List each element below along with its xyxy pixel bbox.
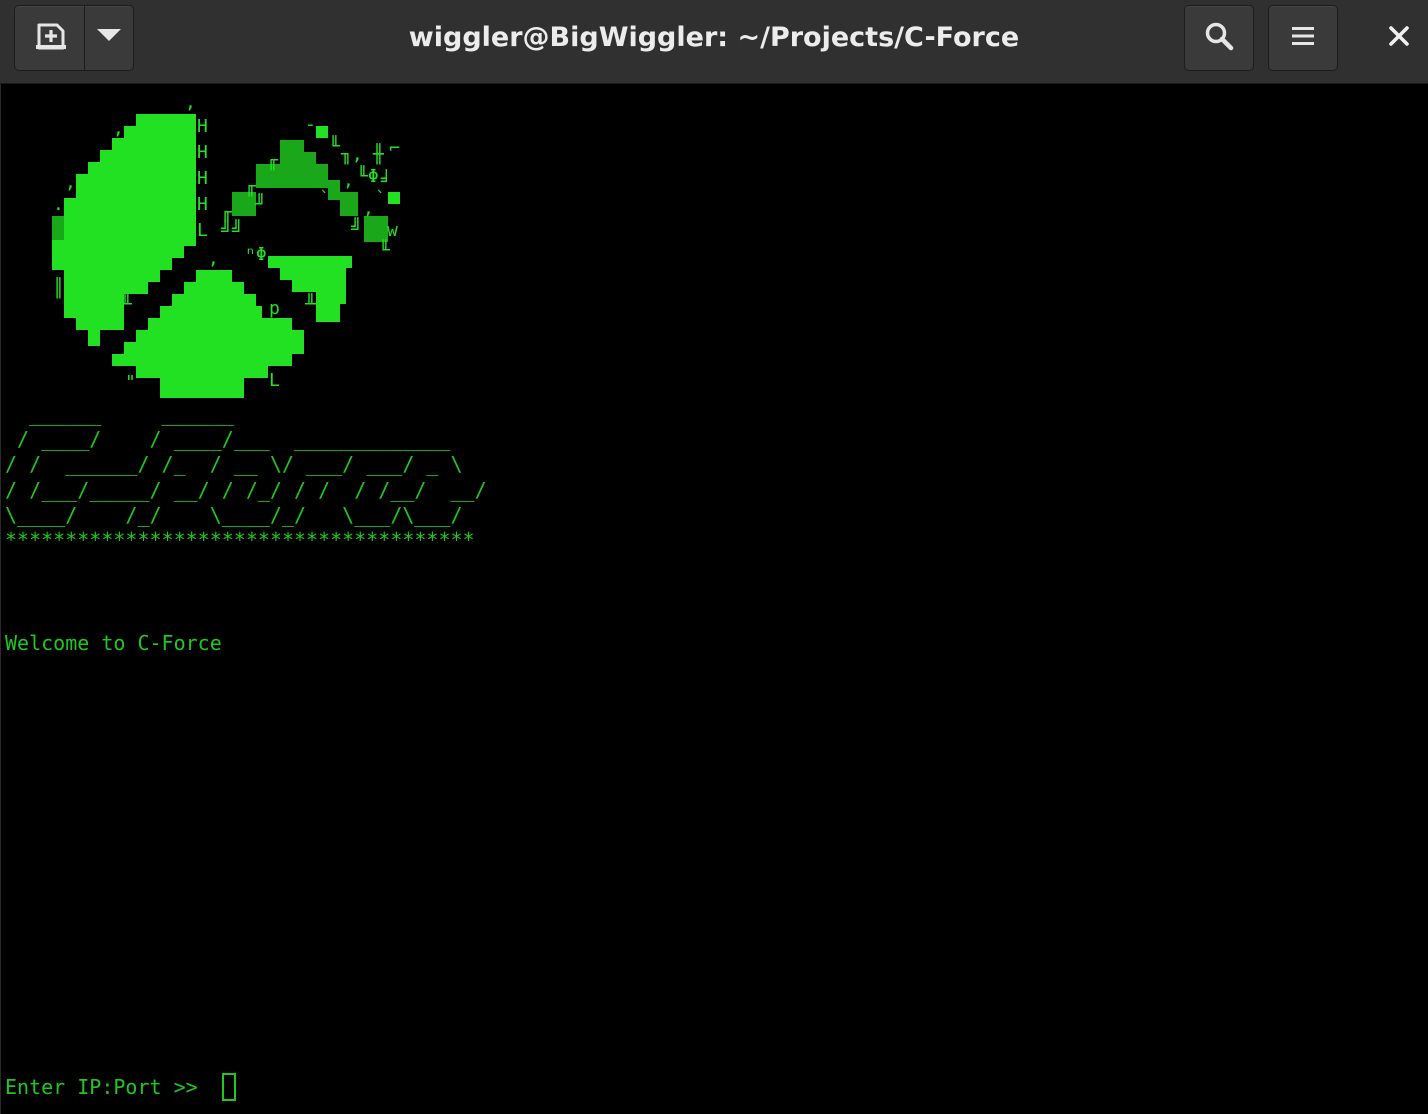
terminal-cursor-input[interactable] bbox=[221, 1073, 236, 1101]
svg-text:.: . bbox=[53, 194, 64, 215]
svg-text:╝: ╝ bbox=[351, 217, 362, 239]
terminal-view[interactable]: , , H H H H L , . - ╙ ╖, ╫ ⌐ ╓ , ╙Φ ╛ ╓ … bbox=[0, 84, 1428, 1114]
svg-text:╙: ╙ bbox=[329, 135, 341, 157]
svg-text:╙Φ: ╙Φ bbox=[357, 165, 379, 187]
banner-line: / /___/_____/ __/ / /_/ / / / /__/ __/ bbox=[5, 477, 487, 502]
svg-text:,: , bbox=[363, 198, 374, 219]
svg-text:H: H bbox=[197, 116, 208, 137]
svg-text:`: ` bbox=[269, 262, 280, 283]
svg-text:L: L bbox=[269, 370, 280, 391]
close-icon bbox=[1388, 25, 1410, 52]
svg-text:╙: ╙ bbox=[379, 239, 391, 261]
search-button[interactable] bbox=[1184, 5, 1254, 71]
banner-line: / / ______/ /_ / __ \/ ___/ ___/ _ \ bbox=[5, 452, 463, 477]
svg-text:-: - bbox=[305, 114, 316, 135]
svg-text:╨: ╨ bbox=[304, 293, 317, 315]
prompt-label: Enter IP:Port >> bbox=[5, 1075, 210, 1099]
svg-text:`: ` bbox=[375, 188, 386, 209]
svg-text:╝╝: ╝╝ bbox=[221, 219, 243, 241]
banner-line: ______ ______ bbox=[5, 402, 234, 426]
banner-separator: *************************************** bbox=[5, 528, 475, 553]
menu-button[interactable] bbox=[1268, 5, 1338, 71]
banner-line: / ____/ / ____/___ _____________ bbox=[5, 427, 451, 452]
svg-text:": " bbox=[125, 372, 136, 393]
search-icon bbox=[1204, 21, 1234, 56]
svg-text:`: ` bbox=[319, 188, 330, 209]
svg-text:║: ║ bbox=[53, 277, 64, 299]
svg-text:╨: ╨ bbox=[96, 317, 109, 339]
svg-text:,: , bbox=[208, 248, 219, 269]
svg-text:,: , bbox=[65, 172, 76, 193]
welcome-message: Welcome to C-Force bbox=[5, 631, 222, 655]
svg-text:╜: ╜ bbox=[255, 193, 266, 215]
c-force-banner: ______ ______ / ____/ / ____/___ _______… bbox=[5, 402, 487, 553]
svg-text:w: w bbox=[387, 220, 398, 241]
ip-port-prompt: Enter IP:Port >> bbox=[5, 1072, 236, 1102]
terminal-window: wiggler@BigWiggler: ~/Projects/C-Force ,… bbox=[0, 0, 1428, 1114]
close-button[interactable] bbox=[1384, 20, 1414, 56]
svg-text:,: , bbox=[343, 170, 354, 191]
svg-text:H: H bbox=[197, 168, 208, 189]
svg-text:╨: ╨ bbox=[120, 293, 133, 315]
svg-text:╫: ╫ bbox=[372, 143, 385, 165]
svg-text:p: p bbox=[269, 298, 280, 319]
svg-text:H: H bbox=[197, 142, 208, 163]
svg-text:╓: ╓ bbox=[267, 150, 279, 171]
banner-line: \____/ /_/ \____/_/ \___/\___/ bbox=[5, 502, 463, 527]
svg-text:,: , bbox=[113, 118, 124, 139]
svg-text:╖,: ╖, bbox=[341, 144, 363, 165]
svg-text:⌐: ⌐ bbox=[389, 138, 400, 159]
svg-text:ⁿΦ: ⁿΦ bbox=[245, 244, 267, 265]
hamburger-menu-icon bbox=[1291, 24, 1315, 53]
svg-text:L: L bbox=[197, 220, 208, 241]
svg-text:,: , bbox=[185, 92, 196, 113]
header-bar: wiggler@BigWiggler: ~/Projects/C-Force bbox=[0, 0, 1428, 84]
c-force-logo: , , H H H H L , . - ╙ ╖, ╫ ⌐ ╓ , ╙Φ ╛ ╓ … bbox=[52, 92, 400, 398]
svg-text:H: H bbox=[197, 194, 208, 215]
